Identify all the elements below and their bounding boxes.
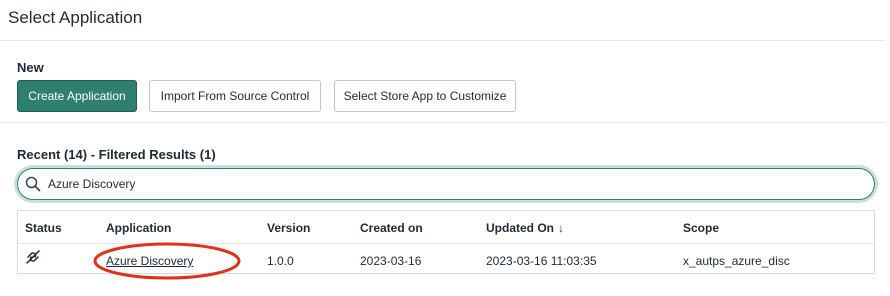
applications-table: Status Application Version Created on Up…: [17, 210, 875, 280]
column-header-version[interactable]: Version: [267, 221, 310, 235]
header-row-divider: [18, 243, 874, 244]
new-section-label: New: [17, 60, 44, 75]
search-input[interactable]: [46, 176, 850, 192]
application-link[interactable]: Azure Discovery: [106, 254, 193, 268]
table-row-scope: x_autps_azure_disc: [683, 254, 790, 268]
column-header-scope[interactable]: Scope: [683, 221, 719, 235]
column-header-status[interactable]: Status: [25, 221, 62, 235]
column-header-application[interactable]: Application: [106, 221, 171, 235]
table-row-created-on: 2023-03-16: [360, 254, 422, 268]
section-divider: [0, 122, 885, 123]
sort-descending-icon: ↓: [558, 221, 564, 235]
table-row-application[interactable]: Azure Discovery: [106, 254, 193, 268]
unlink-icon: [26, 250, 40, 264]
page-title: Select Application: [8, 8, 143, 27]
column-header-created-on[interactable]: Created on: [360, 221, 423, 235]
select-store-app-button[interactable]: Select Store App to Customize: [334, 80, 516, 112]
import-from-source-control-button[interactable]: Import From Source Control: [149, 80, 321, 112]
column-header-updated-on-label: Updated On: [486, 221, 554, 235]
search-box[interactable]: [17, 168, 875, 200]
header-divider: [0, 40, 885, 41]
select-application-page: Select Application New Create Applicatio…: [0, 0, 890, 296]
create-application-button[interactable]: Create Application: [17, 80, 137, 112]
column-header-updated-on[interactable]: Updated On ↓: [486, 221, 564, 235]
recent-section-label: Recent (14) - Filtered Results (1): [17, 147, 216, 162]
table-row-updated-on: 2023-03-16 11:03:35: [486, 254, 597, 268]
search-icon: [24, 175, 42, 193]
table-row-version: 1.0.0: [267, 254, 294, 268]
